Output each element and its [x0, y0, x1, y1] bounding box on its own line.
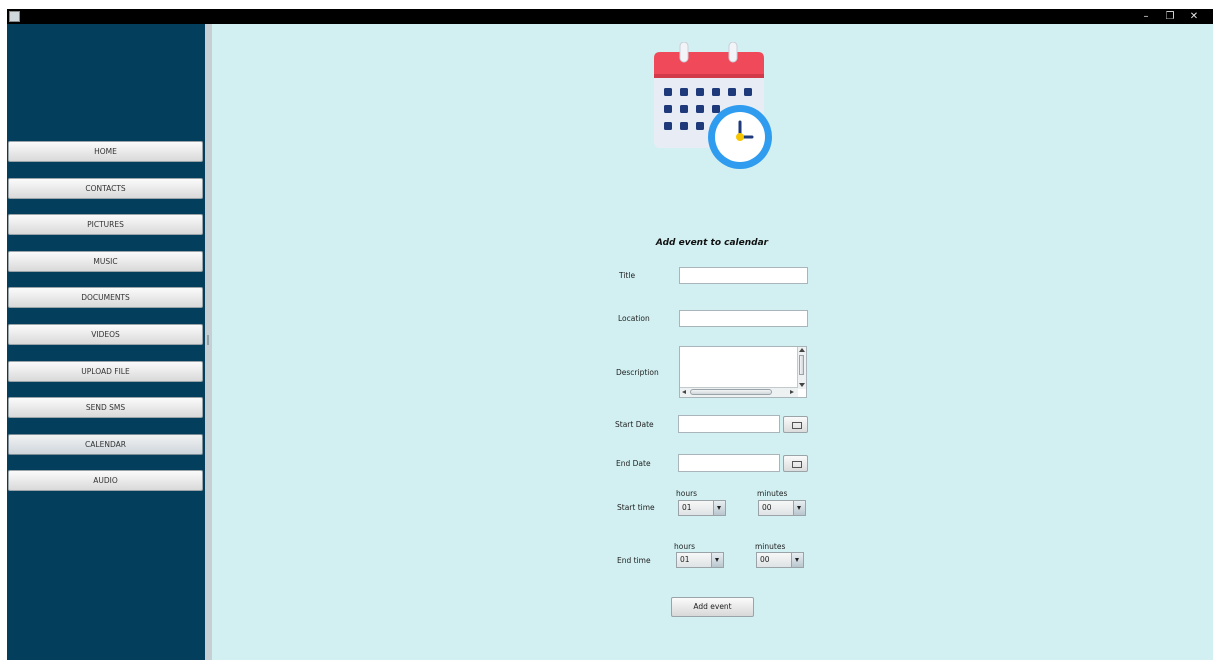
start-hours-value: 01 [682, 503, 692, 512]
app-window-icon [9, 11, 20, 22]
description-label: Description [616, 368, 659, 377]
minimize-button[interactable]: – [1135, 9, 1157, 24]
vertical-scroll-thumb[interactable] [799, 355, 804, 375]
form-title: Add event to calendar [655, 238, 769, 248]
calendar-clock-icon [654, 42, 772, 169]
location-label: Location [618, 314, 650, 323]
scroll-right-icon[interactable] [790, 390, 794, 394]
horizontal-scroll-thumb[interactable] [690, 389, 772, 395]
sidebar: HOME CONTACTS PICTURES MUSIC DOCUMENTS V… [7, 24, 205, 660]
end-minutes-label: minutes [755, 542, 786, 551]
scroll-down-icon[interactable] [799, 383, 805, 387]
nav-upload-file-button[interactable]: UPLOAD FILE [8, 361, 203, 382]
vertical-scrollbar[interactable] [797, 347, 806, 389]
divider-grip[interactable] [207, 335, 209, 345]
nav-calendar-button[interactable]: CALENDAR [8, 434, 203, 455]
chevron-down-icon[interactable] [793, 501, 805, 515]
maximize-button[interactable]: ❐ [1159, 9, 1181, 24]
nav-send-sms-button[interactable]: SEND SMS [8, 397, 203, 418]
horizontal-scrollbar[interactable] [680, 387, 798, 397]
nav-pictures-button[interactable]: PICTURES [8, 214, 203, 235]
start-date-picker-button[interactable] [783, 416, 808, 433]
scroll-up-icon[interactable] [799, 348, 805, 352]
nav-documents-button[interactable]: DOCUMENTS [8, 287, 203, 308]
end-time-label: End time [617, 556, 651, 565]
nav-home-button[interactable]: HOME [8, 141, 203, 162]
window-titlebar: – ❐ ✕ [7, 9, 1213, 24]
end-hours-value: 01 [680, 555, 690, 564]
scroll-left-icon[interactable] [682, 390, 686, 394]
add-event-button[interactable]: Add event [671, 597, 754, 617]
nav-audio-button[interactable]: AUDIO [8, 470, 203, 491]
close-button[interactable]: ✕ [1183, 9, 1205, 24]
nav-contacts-button[interactable]: CONTACTS [8, 178, 203, 199]
end-minutes-value: 00 [760, 555, 770, 564]
title-input[interactable] [679, 267, 808, 284]
start-minutes-value: 00 [762, 503, 772, 512]
start-minutes-label: minutes [757, 489, 788, 498]
location-input[interactable] [679, 310, 808, 327]
split-pane-divider[interactable] [205, 24, 212, 660]
end-hours-select[interactable]: 01 [676, 552, 724, 568]
calendar-panel: Add event to calendar Title Location Des… [212, 24, 1213, 660]
nav-music-button[interactable]: MUSIC [8, 251, 203, 272]
end-date-label: End Date [616, 459, 651, 468]
start-hours-select[interactable]: 01 [678, 500, 726, 516]
calendar-picker-icon [792, 422, 802, 429]
title-label: Title [619, 271, 636, 280]
description-textarea[interactable] [680, 347, 798, 387]
chevron-down-icon[interactable] [711, 553, 723, 567]
end-date-picker-button[interactable] [783, 455, 808, 472]
chevron-down-icon[interactable] [713, 501, 725, 515]
start-time-label: Start time [617, 503, 655, 512]
description-scrollpane [679, 346, 807, 398]
end-date-input[interactable] [678, 454, 780, 472]
start-hours-label: hours [676, 489, 698, 498]
start-date-input[interactable] [678, 415, 780, 433]
start-date-label: Start Date [615, 420, 654, 429]
chevron-down-icon[interactable] [791, 553, 803, 567]
end-hours-label: hours [674, 542, 696, 551]
start-minutes-select[interactable]: 00 [758, 500, 806, 516]
calendar-picker-icon [792, 461, 802, 468]
end-minutes-select[interactable]: 00 [756, 552, 804, 568]
nav-videos-button[interactable]: VIDEOS [8, 324, 203, 345]
